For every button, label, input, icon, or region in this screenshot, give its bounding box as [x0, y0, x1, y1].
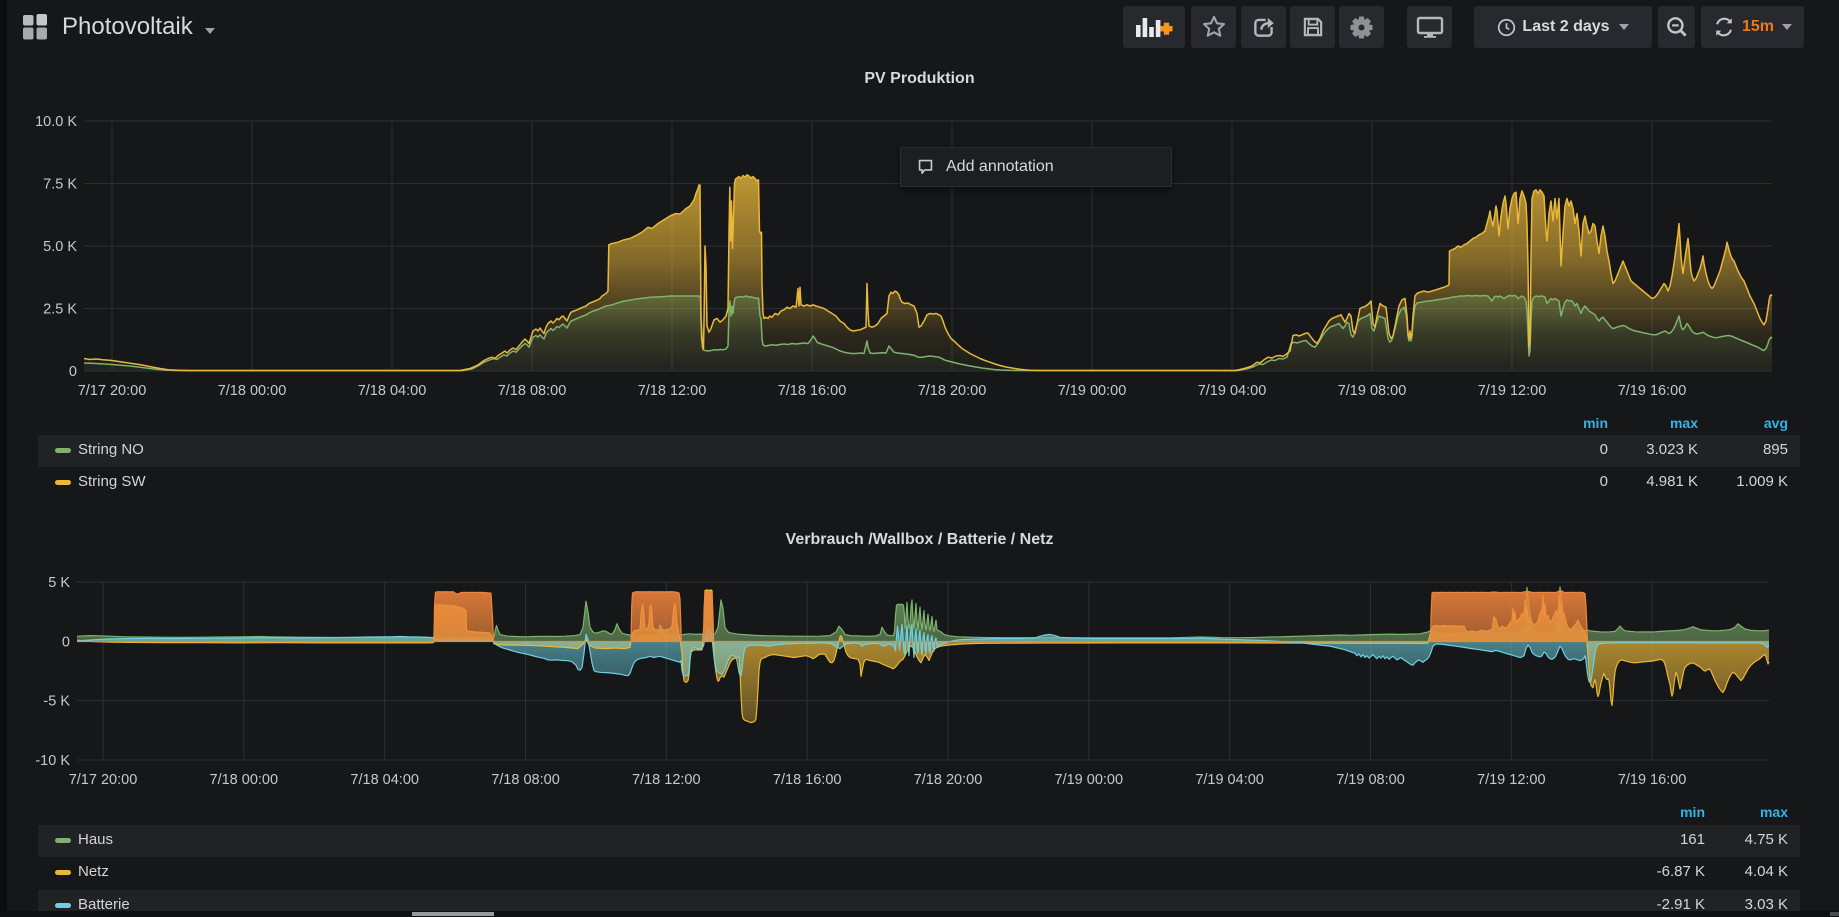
svg-text:7/18 16:00: 7/18 16:00 [778, 383, 847, 399]
svg-text:7/18 04:00: 7/18 04:00 [350, 772, 419, 788]
svg-text:7/17 20:00: 7/17 20:00 [69, 772, 138, 788]
svg-text:-10 K: -10 K [35, 753, 70, 769]
svg-text:7/19 12:00: 7/19 12:00 [1478, 383, 1547, 399]
svg-text:-5 K: -5 K [43, 694, 70, 710]
svg-text:7/19 00:00: 7/19 00:00 [1055, 772, 1124, 788]
svg-text:5.0 K: 5.0 K [43, 239, 77, 255]
svg-text:10.0 K: 10.0 K [35, 114, 77, 130]
svg-text:0: 0 [62, 635, 70, 651]
svg-text:7/18 20:00: 7/18 20:00 [914, 772, 983, 788]
svg-text:7/18 08:00: 7/18 08:00 [498, 383, 567, 399]
svg-text:7/19 12:00: 7/19 12:00 [1477, 772, 1546, 788]
svg-text:2.5 K: 2.5 K [43, 302, 77, 318]
svg-text:7/18 08:00: 7/18 08:00 [491, 772, 560, 788]
svg-text:7/19 00:00: 7/19 00:00 [1058, 383, 1127, 399]
svg-text:7/18 12:00: 7/18 12:00 [638, 383, 707, 399]
svg-text:7/19 04:00: 7/19 04:00 [1195, 772, 1264, 788]
svg-text:7/19 16:00: 7/19 16:00 [1618, 772, 1687, 788]
svg-text:7/18 00:00: 7/18 00:00 [210, 772, 279, 788]
svg-text:7/18 20:00: 7/18 20:00 [918, 383, 987, 399]
svg-text:7/18 04:00: 7/18 04:00 [358, 383, 427, 399]
svg-text:7/18 16:00: 7/18 16:00 [773, 772, 842, 788]
svg-text:7/18 12:00: 7/18 12:00 [632, 772, 701, 788]
svg-text:7/17 20:00: 7/17 20:00 [78, 383, 147, 399]
svg-text:7/19 08:00: 7/19 08:00 [1338, 383, 1407, 399]
svg-text:7/19 16:00: 7/19 16:00 [1618, 383, 1687, 399]
svg-text:7/19 08:00: 7/19 08:00 [1336, 772, 1405, 788]
svg-text:7/19 04:00: 7/19 04:00 [1198, 383, 1267, 399]
svg-text:7.5 K: 7.5 K [43, 177, 77, 193]
svg-text:0: 0 [69, 364, 77, 380]
svg-text:5 K: 5 K [48, 575, 70, 591]
svg-text:7/18 00:00: 7/18 00:00 [218, 383, 287, 399]
